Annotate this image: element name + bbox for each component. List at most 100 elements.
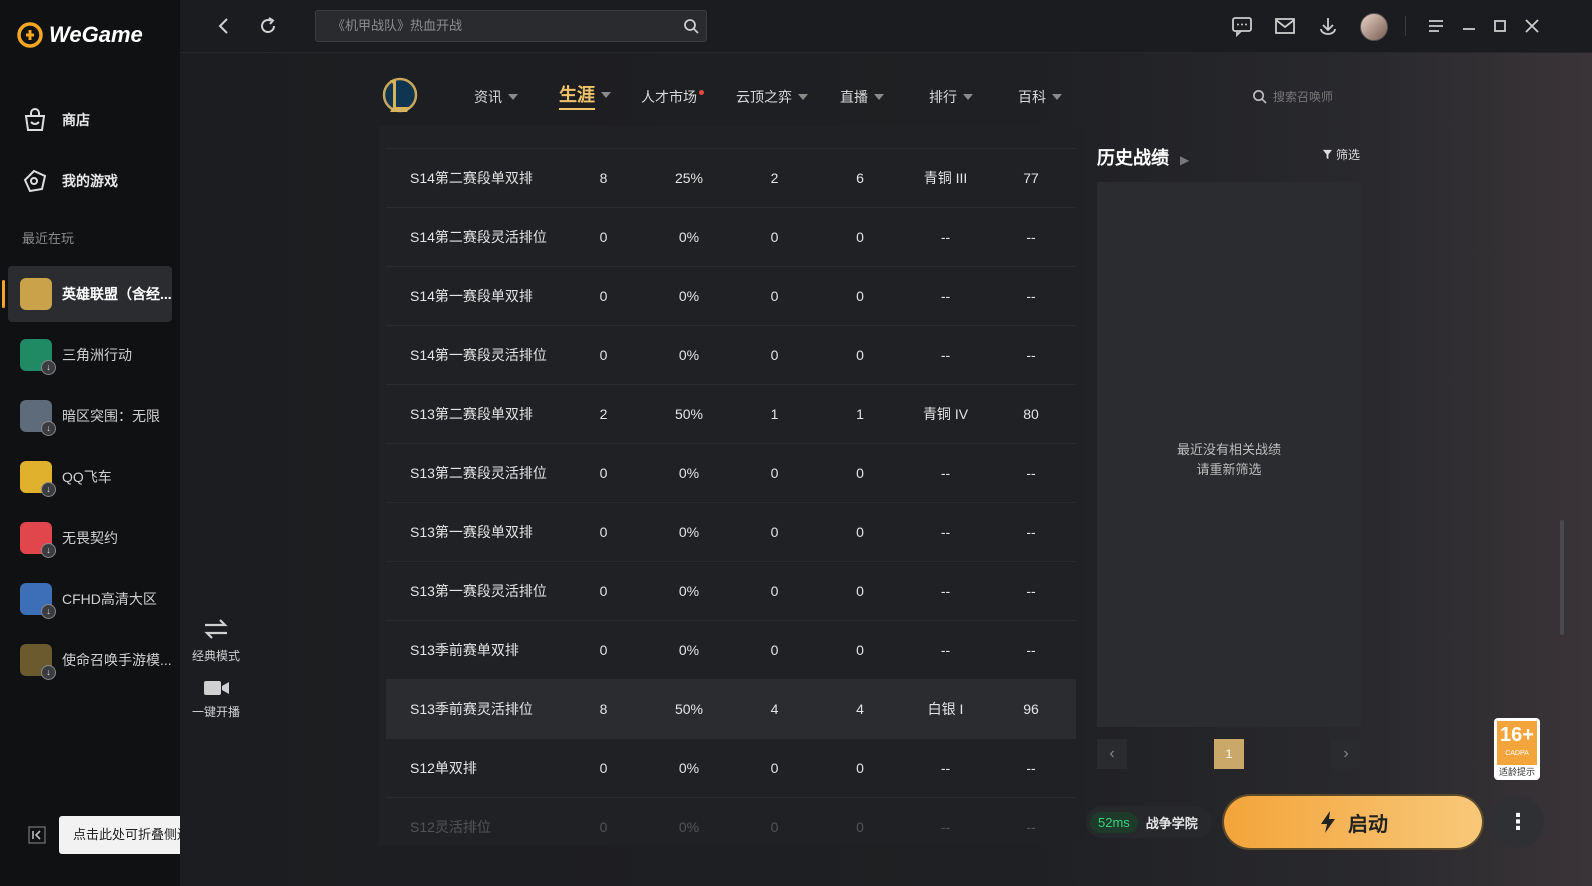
search-icon	[1253, 90, 1267, 104]
stat-cell: 0	[599, 229, 608, 245]
sidebar-game-item[interactable]: ↓ QQ飞车	[8, 449, 172, 505]
nav-shop[interactable]: 商店	[22, 98, 172, 142]
classic-mode-button[interactable]: 经典模式	[186, 614, 246, 664]
career-table: S14第二赛段单双排 8 25% 2 6 青铜 III 77 S14第二赛段灵活排位 0 0% 0 0…	[378, 126, 1086, 846]
stat-cell: 1	[856, 406, 864, 422]
nav-tab-label: 生涯	[559, 81, 595, 110]
table-row[interactable]: S12灵活排位 0 0% 0 0 -- --	[386, 798, 1076, 846]
table-row[interactable]: S13第二赛段单双排 2 50% 1 1 青铜 IV 80	[386, 385, 1076, 444]
classic-mode-label: 经典模式	[191, 649, 240, 663]
table-row[interactable]: S13季前赛单双排 0 0% 0 0 -- --	[386, 621, 1076, 680]
global-search-input[interactable]: 《机甲战队》热血开战	[315, 10, 707, 42]
download-badge-icon: ↓	[41, 604, 56, 619]
stat-cell: 0	[856, 465, 864, 481]
stat-cell: 2	[770, 170, 779, 186]
refresh-button[interactable]	[256, 14, 280, 38]
nav-tab[interactable]: 资讯	[474, 86, 518, 108]
stat-cell: 1	[770, 406, 779, 422]
stat-cell: 0	[599, 347, 608, 363]
lol-logo[interactable]	[380, 74, 418, 116]
table-row[interactable]: S13季前赛灵活排位 8 50% 4 4 白银 I 96	[386, 680, 1076, 739]
stat-cell: 0	[856, 229, 864, 245]
sidebar-game-item[interactable]: ↓ 无畏契约	[8, 510, 172, 566]
table-row[interactable]: S14第二赛段灵活排位 0 0% 0 0 -- --	[386, 208, 1076, 267]
stat-cell: 4	[770, 701, 779, 717]
table-row[interactable]: S13第一赛段单双排 0 0% 0 0 -- --	[386, 503, 1076, 562]
nav-tab[interactable]: 云顶之弈	[736, 86, 808, 108]
stat-cell: 0	[856, 347, 864, 363]
close-button[interactable]	[1520, 14, 1544, 38]
rating-note: 适龄提示	[1498, 767, 1535, 777]
summoner-search-placeholder: 搜索召唤师	[1273, 90, 1334, 104]
page-scrollbar[interactable]	[1560, 520, 1564, 635]
nav-tab[interactable]: 人才市场	[641, 86, 704, 108]
global-search-button[interactable]	[683, 18, 699, 39]
menu-button[interactable]	[1424, 14, 1448, 38]
queue-name-cell: S12灵活排位	[410, 819, 491, 835]
stat-cell: 0	[599, 524, 608, 540]
chevron-left-icon: ‹	[1109, 745, 1115, 762]
nav-tab[interactable]: 直播	[840, 86, 884, 108]
stat-cell: 0%	[678, 347, 700, 363]
summoner-search[interactable]: 搜索召唤师	[1252, 88, 1333, 105]
table-row[interactable]: S12单双排 0 0% 0 0 -- --	[386, 739, 1076, 798]
queue-name-cell: S12单双排	[410, 760, 477, 776]
shop-bag-icon	[24, 108, 46, 131]
table-row[interactable]: S13第二赛段灵活排位 0 0% 0 0 -- --	[386, 444, 1076, 503]
sidebar-game-item[interactable]: 英雄联盟（含经...	[2, 266, 172, 322]
game-icon: ↓	[20, 461, 56, 497]
chevron-left-icon	[218, 18, 228, 34]
history-title[interactable]: 历史战绩 ▶	[1097, 144, 1189, 170]
table-row[interactable]: S14第一赛段单双排 0 0% 0 0 -- --	[386, 267, 1076, 326]
nav-my-games[interactable]: 我的游戏	[22, 159, 172, 203]
stat-cell: 2	[599, 406, 608, 422]
sidebar-game-label: 英雄联盟（含经...	[62, 286, 172, 302]
history-title-text: 历史战绩	[1097, 148, 1169, 168]
sidebar-game-item[interactable]: ↓ CFHD高清大区	[8, 571, 172, 627]
back-button[interactable]	[212, 14, 236, 38]
collapse-sidebar-button[interactable]	[28, 826, 46, 844]
table-row[interactable]: S13第一赛段灵活排位 0 0% 0 0 -- --	[386, 562, 1076, 621]
maximize-button[interactable]	[1488, 14, 1512, 38]
launch-button[interactable]: 启动	[1224, 796, 1482, 848]
stat-cell: 0	[599, 465, 608, 481]
download-button[interactable]	[1316, 14, 1340, 38]
table-row[interactable]: S14第一赛段灵活排位 0 0% 0 0 -- --	[386, 326, 1076, 385]
rating-value: 16+	[1500, 724, 1534, 746]
stat-cell: 0%	[678, 524, 700, 540]
more-options-button[interactable]: ⋮	[1492, 796, 1544, 848]
nav-tab-label: 直播	[840, 89, 868, 105]
stat-cell: 青铜 IV	[922, 406, 969, 422]
one-click-stream-button[interactable]: 一键开播	[186, 676, 246, 720]
queue-name-cell: S13第二赛段单双排	[410, 406, 533, 422]
launch-label: 启动	[1348, 813, 1388, 836]
page-number[interactable]: 1	[1214, 739, 1244, 769]
stat-cell: 77	[1023, 170, 1039, 186]
nav-tab[interactable]: 排行	[929, 86, 973, 108]
filter-label: 筛选	[1336, 148, 1361, 162]
minimize-button[interactable]	[1457, 14, 1481, 38]
stat-cell: 0	[599, 642, 608, 658]
sidebar-game-item[interactable]: ↓ 三角洲行动	[8, 327, 172, 383]
maximize-icon	[1494, 20, 1506, 32]
sidebar-game-item[interactable]: ↓ 暗区突围：无限	[8, 388, 172, 444]
caret-down-icon	[798, 94, 808, 100]
stat-cell: 8	[599, 701, 608, 717]
stat-cell: --	[940, 819, 951, 835]
nav-tab[interactable]: 百科	[1018, 86, 1062, 108]
user-avatar[interactable]	[1360, 13, 1388, 41]
stat-cell: --	[1026, 347, 1036, 363]
download-icon	[1320, 18, 1336, 35]
server-latency[interactable]: 52ms 战争学院	[1086, 806, 1212, 838]
next-page-button[interactable]: ›	[1331, 739, 1361, 769]
sidebar-game-item[interactable]: ↓ 使命召唤手游模...	[8, 632, 172, 688]
wegame-logo[interactable]: WeGame	[17, 22, 143, 48]
nav-tab[interactable]: 生涯	[559, 84, 611, 110]
stat-cell: 6	[856, 170, 864, 186]
collapse-icon	[28, 826, 46, 844]
chat-button[interactable]	[1230, 14, 1254, 38]
prev-page-button[interactable]: ‹	[1097, 739, 1127, 769]
mail-button[interactable]	[1273, 14, 1297, 38]
filter-button[interactable]: 筛选	[1322, 146, 1360, 163]
table-row[interactable]: S14第二赛段单双排 8 25% 2 6 青铜 III 77	[386, 149, 1076, 208]
